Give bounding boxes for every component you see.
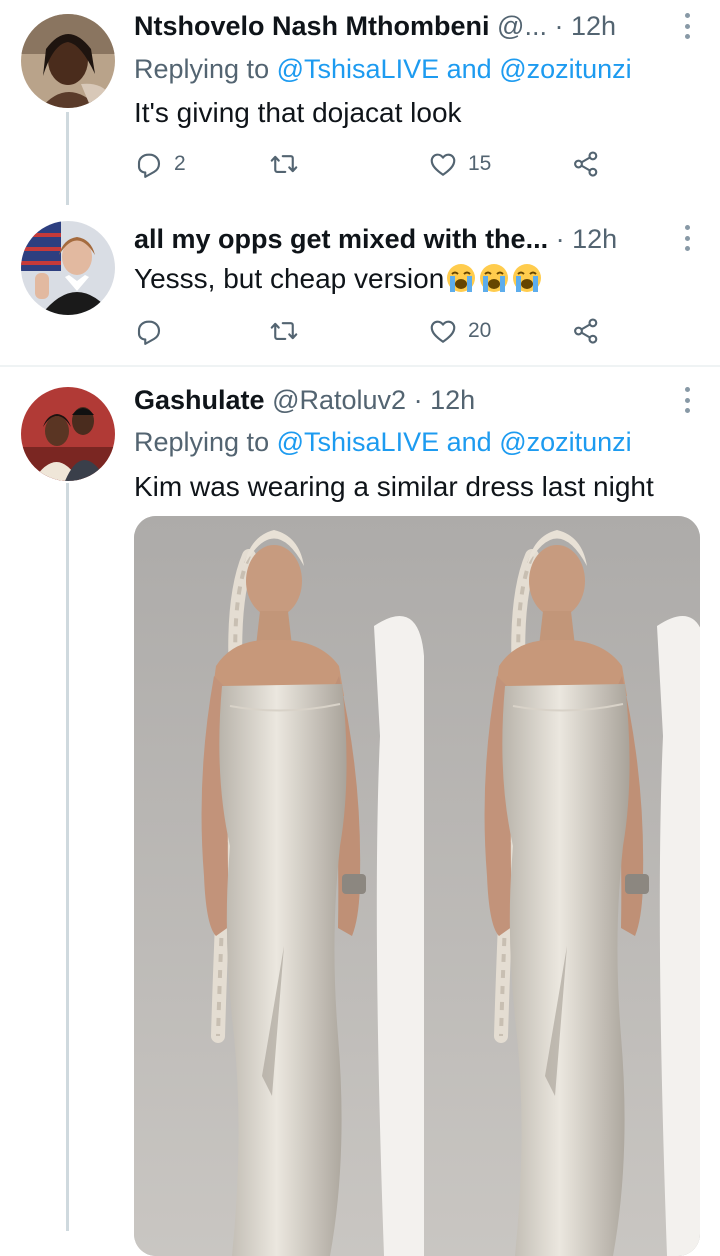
replying-to: Replying to @TshisaLIVE and @zozitunzi [134,52,632,86]
username[interactable]: @... [497,11,547,41]
and-label: and [446,427,492,457]
replying-to-label: Replying to [134,427,270,457]
tweet-2[interactable]: all my opps get mixed with the... · 12h … [0,205,720,365]
like-count: 20 [468,319,492,342]
share-button[interactable] [571,147,601,181]
tweet-text-content: Yesss, but cheap version [134,263,445,294]
more-icon[interactable] [682,13,692,39]
avatar[interactable] [21,14,115,108]
like-count: 15 [468,152,492,175]
avatar[interactable] [21,387,115,481]
timestamp[interactable]: 12h [430,385,475,415]
like-button[interactable]: 15 [428,147,491,181]
tweet-header: all my opps get mixed with the... · 12h [134,222,670,256]
tweet-text: It's giving that dojacat look [134,97,462,128]
timestamp[interactable]: 12h [571,11,616,41]
retweet-button[interactable] [268,314,310,348]
replying-to: Replying to @TshisaLIVE and @zozitunzi [134,425,632,459]
display-name[interactable]: all my opps get mixed with the... [134,224,548,254]
avatar[interactable] [21,221,115,315]
action-bar: 20 [134,314,614,348]
reply-icon [137,153,161,178]
more-icon[interactable] [682,387,692,413]
like-button[interactable]: 20 [428,314,491,348]
timestamp[interactable]: 12h [572,224,617,254]
crying-emoji-icon [513,264,542,292]
more-icon[interactable] [682,225,692,251]
mention-link[interactable]: @zozitunzi [499,54,631,84]
reply-button[interactable] [134,314,174,348]
retweet-icon [270,155,298,173]
crying-emoji-icon [447,264,476,292]
reply-icon [137,320,161,345]
like-icon [430,153,456,176]
tweet-header: Ntshovelo Nash Mthombeni @... · 12h [134,9,670,43]
reply-count: 2 [174,152,186,175]
mention-link[interactable]: @zozitunzi [499,427,631,457]
display-name[interactable]: Gashulate [134,385,265,415]
action-bar: 2 15 [134,147,614,181]
like-icon [430,320,456,343]
reply-button[interactable]: 2 [134,147,186,181]
share-icon [574,151,598,177]
retweet-button[interactable] [268,147,310,181]
tweet-text: Kim was wearing a similar dress last nig… [134,471,654,502]
crying-emoji-icon [480,264,509,292]
share-button[interactable] [571,314,601,348]
thread-line [66,483,69,1231]
mention-link[interactable]: @TshisaLIVE [277,54,439,84]
mention-link[interactable]: @TshisaLIVE [277,427,439,457]
and-label: and [446,54,492,84]
tweet-header: Gashulate @Ratoluv2 · 12h [134,383,670,417]
separator: · [413,385,423,415]
tweet-1[interactable]: Ntshovelo Nash Mthombeni @... · 12h Repl… [0,0,720,205]
display-name[interactable]: Ntshovelo Nash Mthombeni [134,11,490,41]
tweet-text: Yesss, but cheap version [134,261,543,297]
retweet-icon [270,322,298,340]
share-icon [574,318,598,344]
tweet-photo[interactable] [134,516,700,1256]
replying-to-label: Replying to [134,54,270,84]
separator: · [555,224,565,254]
separator: · [554,11,564,41]
username[interactable]: @Ratoluv2 [272,385,406,415]
thread-line [66,112,69,205]
